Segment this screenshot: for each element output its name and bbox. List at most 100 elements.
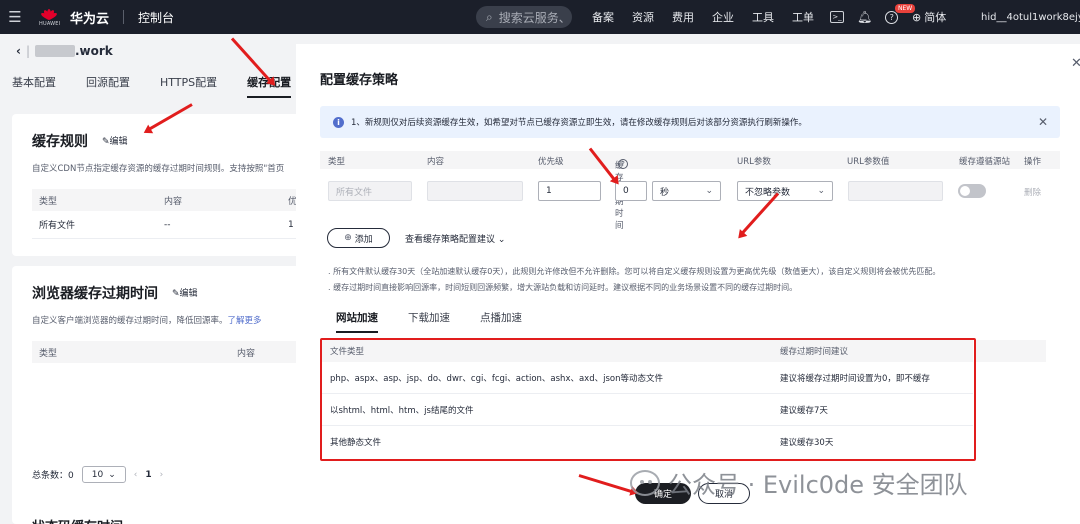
chevron-down-icon: ⌄ (108, 469, 116, 480)
add-button[interactable]: ⊕ 添加 (327, 228, 390, 248)
cache-rules-title: 缓存规则 (32, 134, 88, 150)
cell-file-type: 以shtml、html、htm、js结尾的文件 (330, 405, 474, 416)
table-row: 以shtml、html、htm、js结尾的文件 建议缓存7天 (322, 394, 973, 426)
col-file-type: 文件类型 (330, 347, 365, 357)
search-input[interactable]: ⌕ 搜索云服务、 (476, 6, 572, 28)
nav-tickets[interactable]: 工单 (792, 9, 814, 25)
table-header-extension (976, 340, 1046, 362)
cache-rules-header: 类型 内容 优 (32, 189, 312, 211)
logo-subtext: HUAWEI (39, 21, 61, 27)
plus-circle-icon: ⊕ (344, 233, 352, 243)
learn-more-link[interactable]: 了解更多 (228, 316, 262, 326)
user-account[interactable]: hid__4otul1work8ejy (981, 0, 1080, 34)
tab-basic[interactable]: 基本配置 (12, 74, 56, 98)
nav-beian[interactable]: 备案 (592, 9, 614, 25)
pagination: 总条数：0 10 ⌄ ‹ 1 › (32, 466, 163, 483)
notice-banner: i 1、新规则仅对后续资源缓存生效，如希望对节点已缓存资源立即生效，请在修改缓存… (320, 106, 1060, 138)
col-url-param: URL参数 (737, 157, 771, 167)
col-content: 内容 (427, 157, 445, 167)
current-page[interactable]: 1 (145, 470, 151, 480)
cache-rules-edit-button[interactable]: ✎编辑 (102, 134, 128, 147)
follow-origin-toggle[interactable] (958, 184, 986, 198)
browser-cache-card: 浏览器缓存过期时间 ✎编辑 自定义客户端浏览器的缓存过期时间，降低回源率。了解更… (12, 266, 312, 524)
tab-download-accel[interactable]: 下载加速 (408, 310, 450, 333)
delete-link: 删除 (1024, 188, 1042, 198)
top-nav: 备案 资源 费用 企业 工具 工单 (592, 0, 814, 34)
col-type: 类型 (39, 196, 58, 207)
nav-tools[interactable]: 工具 (752, 9, 774, 25)
config-tabs: 基本配置 回源配置 HTTPS配置 缓存配置 (12, 74, 292, 98)
tab-origin[interactable]: 回源配置 (86, 74, 130, 98)
language-switch[interactable]: ⊕ 简体 (912, 0, 946, 34)
cell-priority: 1 (288, 219, 294, 230)
view-suggest-label: 查看缓存策略配置建议 (405, 235, 496, 245)
edit-label: 编辑 (179, 289, 198, 299)
search-icon: ⌕ (486, 9, 493, 24)
ttl-unit-select[interactable]: 秒 ⌄ (652, 181, 721, 201)
note-line: . 所有文件默认缓存30天（全站加速默认缓存0天），此规则允许修改但不允许删除。… (328, 267, 941, 276)
priority-input[interactable]: 1 (538, 181, 601, 201)
cache-policy-drawer: 配置缓存策略 ✕ i 1、新规则仅对后续资源缓存生效，如希望对节点已缓存资源立即… (296, 44, 1080, 524)
console-link[interactable]: 控制台 (138, 9, 174, 26)
annotation-arrow (578, 474, 635, 494)
top-icons: >_ 🔔︎ ? (830, 0, 899, 34)
page-size-select[interactable]: 10 ⌄ (81, 466, 126, 483)
menu-icon[interactable]: ☰ (0, 8, 30, 26)
browser-cache-desc: 自定义客户端浏览器的缓存过期时间，降低回源率。了解更多 (32, 314, 262, 326)
back-icon[interactable]: ‹ (16, 44, 21, 58)
type-select: 所有文件 (328, 181, 412, 201)
drawer-title: 配置缓存策略 (320, 73, 399, 88)
huawei-logo[interactable]: HUAWEI 华为云 (38, 8, 109, 27)
cell-file-type: php、aspx、asp、jsp、do、dwr、cgi、fcgi、action、… (330, 373, 663, 384)
tab-vod-accel[interactable]: 点播加速 (480, 310, 522, 333)
brand-name: 华为云 (70, 11, 110, 27)
suggestion-table: 文件类型 缓存过期时间建议 php、aspx、asp、jsp、do、dwr、cg… (320, 338, 976, 461)
tab-https[interactable]: HTTPS配置 (160, 74, 217, 98)
add-label: 添加 (354, 234, 373, 245)
watermark: 公众号 · Evilc0de 安全团队 (630, 465, 968, 500)
bell-icon[interactable]: 🔔︎ (857, 10, 872, 24)
cell-ttl-advice: 建议将缓存过期时间设置为0，即不缓存 (780, 373, 930, 384)
browser-cache-edit-button[interactable]: ✎编辑 (172, 286, 198, 299)
domain-suffix: .work (75, 44, 113, 58)
breadcrumb: ‹ | .work (16, 44, 113, 58)
col-type: 类型 (328, 157, 346, 167)
col-url-value: URL参数值 (847, 157, 890, 167)
cell-content: -- (164, 219, 171, 230)
cell-ttl-advice: 建议缓存7天 (780, 405, 828, 416)
chevron-down-icon: ⌄ (497, 235, 506, 245)
accel-tabs: 网站加速 下载加速 点播加速 (336, 310, 522, 333)
wechat-icon (630, 469, 660, 496)
url-param-value-input (848, 181, 943, 201)
desc-text: 自定义客户端浏览器的缓存过期时间，降低回源率。 (32, 316, 228, 326)
cell-file-type: 其他静态文件 (330, 438, 382, 448)
language-label: 简体 (924, 11, 947, 24)
note-line: . 缓存过期时间直接影响回源率，时间短则回源频繁，增大源站负载和访问延时。建议根… (328, 283, 798, 292)
col-follow-origin: 缓存遵循源站 (959, 157, 1011, 167)
nav-enterprise[interactable]: 企业 (712, 9, 734, 25)
edit-label: 编辑 (109, 137, 128, 147)
close-icon[interactable]: ✕ (1071, 56, 1080, 71)
prev-page-icon[interactable]: ‹ (134, 470, 138, 480)
terminal-icon[interactable]: >_ (830, 11, 844, 23)
chevron-down-icon: ⌄ (817, 186, 825, 196)
content-input (427, 181, 523, 201)
help-icon[interactable]: ? (618, 159, 628, 169)
ttl-input[interactable]: 0 (615, 181, 647, 201)
tab-website-accel[interactable]: 网站加速 (336, 310, 378, 333)
crumb-divider: | (25, 44, 30, 58)
view-suggest-link[interactable]: 查看缓存策略配置建议 ⌄ (405, 232, 505, 245)
cell-type: 所有文件 (39, 221, 76, 231)
nav-resources[interactable]: 资源 (632, 9, 654, 25)
url-param-select[interactable]: 不忽略参数 ⌄ (737, 181, 833, 201)
nav-billing[interactable]: 费用 (672, 9, 694, 25)
next-page-icon[interactable]: › (160, 470, 164, 480)
suggestion-header: 文件类型 缓存过期时间建议 (322, 340, 973, 362)
table-row: 其他静态文件 建议缓存30天 (322, 426, 973, 458)
table-row: 所有文件 -- 1 (32, 211, 312, 239)
cache-rules-desc: 自定义CDN节点指定缓存资源的缓存过期时间规则。支持按照"首页 (32, 164, 285, 174)
notice-close-icon[interactable]: ✕ (1038, 115, 1048, 129)
url-param-value: 不忽略参数 (745, 187, 791, 198)
col-content: 内容 (164, 196, 183, 207)
watermark-text: 公众号 · Evilc0de 安全团队 (668, 471, 968, 499)
